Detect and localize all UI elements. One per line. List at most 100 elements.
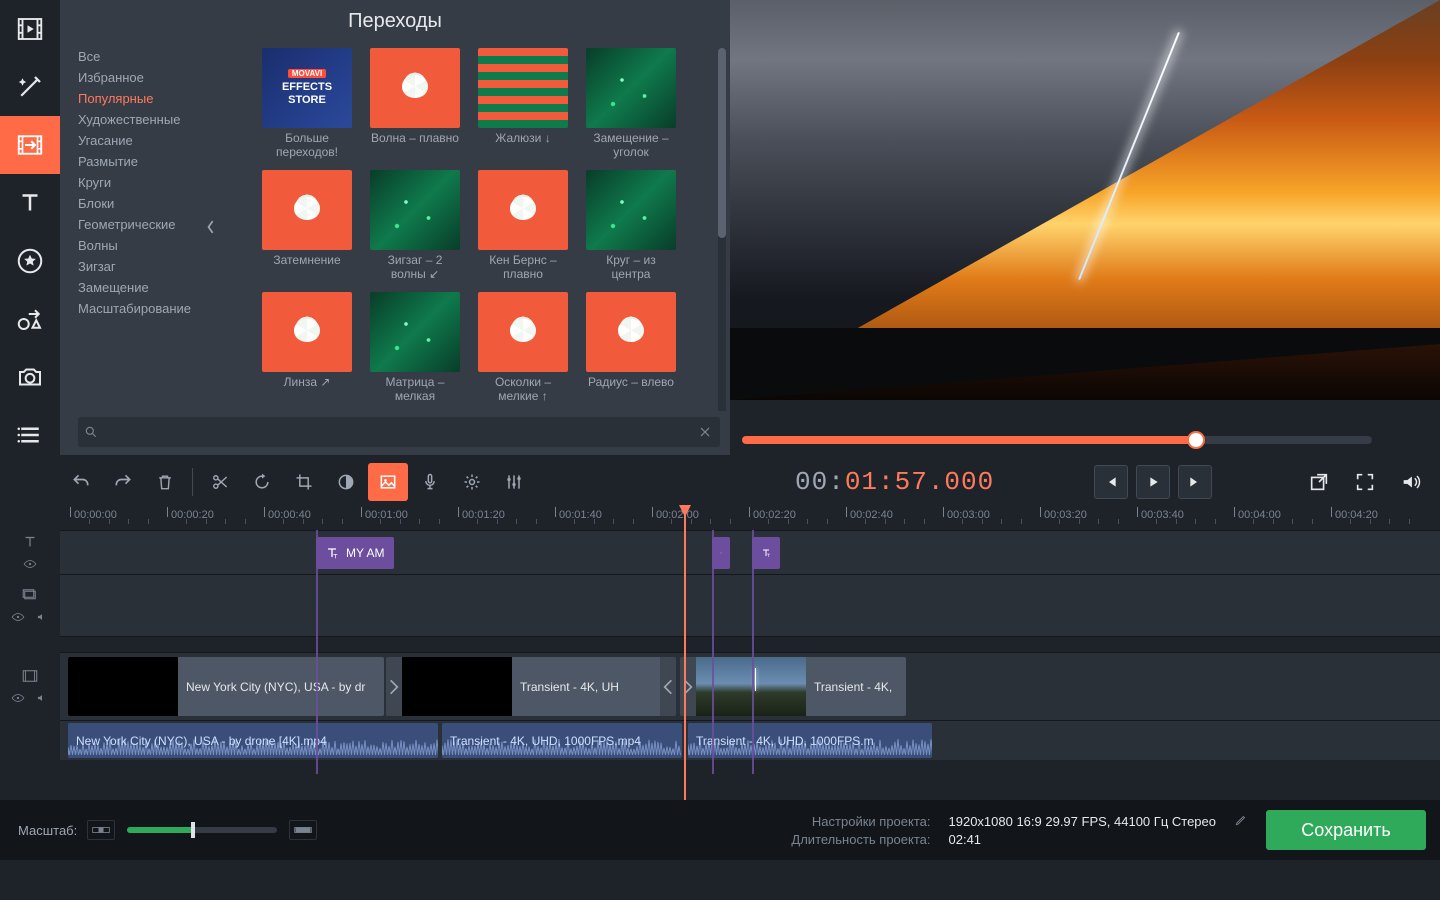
- play-button[interactable]: [1136, 465, 1170, 499]
- redo-icon: [113, 472, 133, 492]
- fullscreen-button[interactable]: [1348, 465, 1382, 499]
- pencil-icon: [1234, 813, 1248, 827]
- transition-item[interactable]: Круг – из центра: [586, 170, 676, 284]
- category-item[interactable]: Зигзаг: [78, 256, 202, 277]
- close-icon: [698, 425, 712, 439]
- popout-button[interactable]: [1302, 465, 1336, 499]
- category-item[interactable]: Круги: [78, 172, 202, 193]
- rail-record[interactable]: [0, 348, 60, 406]
- transition-thumb: [262, 292, 352, 372]
- rail-more[interactable]: [0, 406, 60, 464]
- category-item[interactable]: Замещение: [78, 277, 202, 298]
- category-item[interactable]: Размытие: [78, 151, 202, 172]
- duration-value: 02:41: [949, 832, 1217, 847]
- category-item[interactable]: Масштабирование: [78, 298, 202, 319]
- guide-line: [712, 530, 714, 774]
- transition-item[interactable]: Радиус – влево: [586, 292, 676, 406]
- search-clear[interactable]: [696, 423, 714, 441]
- equalizer-button[interactable]: [494, 463, 534, 501]
- zoom-out-button[interactable]: [87, 820, 115, 840]
- rotate-button[interactable]: [242, 463, 282, 501]
- chevron-left-icon: [206, 217, 216, 237]
- transition-label: Затемнение: [273, 254, 340, 284]
- rail-filters[interactable]: [0, 58, 60, 116]
- category-item[interactable]: Волны: [78, 235, 202, 256]
- category-item[interactable]: Популярные: [78, 88, 202, 109]
- text-clip[interactable]: MY AM: [316, 537, 394, 569]
- eye-icon[interactable]: [23, 557, 37, 571]
- undo-button[interactable]: [61, 463, 101, 501]
- clip-props-button[interactable]: [368, 463, 408, 501]
- transition-item[interactable]: MOVAVIEFFECTSSTOREБольше переходов!: [262, 48, 352, 162]
- category-item[interactable]: Геометрические: [78, 214, 202, 235]
- split-button[interactable]: [200, 463, 240, 501]
- category-list: ВсеИзбранноеПопулярныеХудожественныеУгас…: [60, 42, 202, 411]
- transition-item[interactable]: Кен Бернс – плавно: [478, 170, 568, 284]
- lane-overlay[interactable]: [60, 574, 1440, 636]
- rail-media[interactable]: [0, 0, 60, 58]
- transition-label: Осколки – мелкие ↑: [478, 376, 568, 406]
- timeline-scrollbar[interactable]: [60, 792, 1440, 798]
- collapse-handle[interactable]: [202, 205, 220, 249]
- media-icon: [15, 14, 45, 44]
- edit-settings-button[interactable]: [1234, 813, 1248, 830]
- rail-stickers[interactable]: [0, 232, 60, 290]
- transition-item[interactable]: Замещение – уголок: [586, 48, 676, 162]
- transitions-icon: [15, 130, 45, 160]
- save-button[interactable]: Сохранить: [1266, 810, 1426, 850]
- audio-clip[interactable]: New York City (NYC), USA - by drone [4K]…: [68, 723, 438, 758]
- category-item[interactable]: Угасание: [78, 130, 202, 151]
- redo-button[interactable]: [103, 463, 143, 501]
- preview-progress[interactable]: [742, 436, 1372, 444]
- search-input[interactable]: [98, 418, 696, 446]
- transition-item[interactable]: Линза ↗: [262, 292, 352, 406]
- crop-button[interactable]: [284, 463, 324, 501]
- scroll-thumb[interactable]: [718, 48, 726, 238]
- zoom-knob[interactable]: [191, 822, 195, 838]
- eye-icon[interactable]: [11, 691, 25, 705]
- transition-item[interactable]: Зигзаг – 2 волны ↙: [370, 170, 460, 284]
- titles-icon: [15, 188, 45, 218]
- transition-item[interactable]: Волна – плавно: [370, 48, 460, 162]
- transition-item[interactable]: Матрица – мелкая: [370, 292, 460, 406]
- color-button[interactable]: [326, 463, 366, 501]
- timeline-ruler[interactable]: 00:00:0000:00:2000:00:4000:01:0000:01:20…: [60, 507, 1440, 529]
- text-clip[interactable]: [752, 537, 780, 569]
- rail-callouts[interactable]: [0, 290, 60, 348]
- transition-item[interactable]: Осколки – мелкие ↑: [478, 292, 568, 406]
- volume-button[interactable]: [1394, 465, 1428, 499]
- panel-scrollbar[interactable]: [718, 48, 726, 411]
- text-clip[interactable]: [712, 537, 730, 569]
- audio-clip[interactable]: Transient - 4K, UHD, 1000FPS.m: [688, 723, 932, 758]
- zoom-in-button[interactable]: [289, 820, 317, 840]
- mic-button[interactable]: [410, 463, 450, 501]
- rail-transitions[interactable]: [0, 116, 60, 174]
- lane-video[interactable]: New York City (NYC), USA - by drTransien…: [60, 652, 1440, 720]
- camera-icon: [15, 362, 45, 392]
- playhead[interactable]: [684, 505, 686, 800]
- delete-button[interactable]: [145, 463, 185, 501]
- category-item[interactable]: Избранное: [78, 67, 202, 88]
- category-item[interactable]: Художественные: [78, 109, 202, 130]
- transition-item[interactable]: Затемнение: [262, 170, 352, 284]
- video-clip[interactable]: New York City (NYC), USA - by dr: [68, 657, 384, 716]
- lane-audio[interactable]: New York City (NYC), USA - by drone [4K]…: [60, 720, 1440, 760]
- track-head-video: [0, 652, 60, 720]
- progress-knob[interactable]: [1187, 431, 1205, 449]
- rail-titles[interactable]: [0, 174, 60, 232]
- category-item[interactable]: Все: [78, 46, 202, 67]
- sound-icon[interactable]: [35, 691, 49, 705]
- zoom-slider[interactable]: [127, 827, 277, 833]
- transition-thumb: MOVAVIEFFECTSSTORE: [262, 48, 352, 128]
- sound-icon[interactable]: [35, 610, 49, 624]
- prev-button[interactable]: [1094, 465, 1128, 499]
- category-item[interactable]: Блоки: [78, 193, 202, 214]
- next-button[interactable]: [1178, 465, 1212, 499]
- video-clip[interactable]: Transient - 4K, UH: [386, 657, 676, 716]
- transition-item[interactable]: Жалюзи ↓: [478, 48, 568, 162]
- settings-button[interactable]: [452, 463, 492, 501]
- preview-canvas[interactable]: [730, 0, 1440, 400]
- lane-text[interactable]: MY AM: [60, 530, 1440, 574]
- audio-clip[interactable]: Transient - 4K, UHD, 1000FPS.mp4: [442, 723, 682, 758]
- eye-icon[interactable]: [11, 610, 25, 624]
